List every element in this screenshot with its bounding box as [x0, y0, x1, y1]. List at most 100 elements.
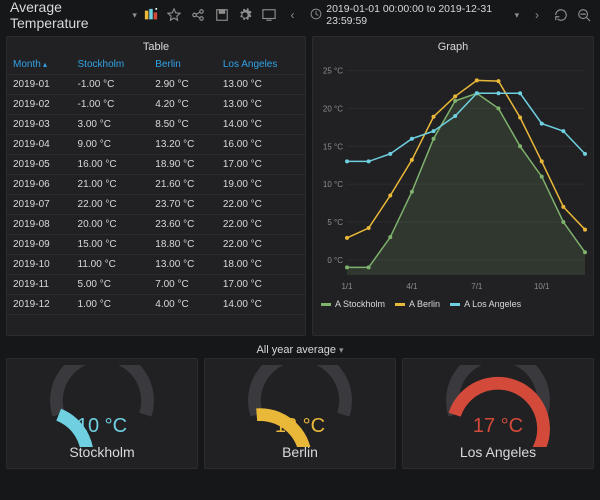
dropdown-caret-icon: ▾ — [515, 10, 520, 21]
table-row: 2019-0722.00 °C23.70 °C22.00 °C — [7, 195, 305, 215]
table-row: 2019-0915.00 °C18.80 °C22.00 °C — [7, 235, 305, 255]
svg-text:10 °C: 10 °C — [323, 180, 343, 189]
section-row-title[interactable]: All year average ▾ — [0, 342, 600, 358]
table-cell: 16.00 °C — [72, 155, 150, 175]
gauge-label: Los Angeles — [460, 444, 536, 460]
graph-plot-area[interactable]: 0 °C5 °C10 °C15 °C20 °C25 °C1/14/17/110/… — [313, 55, 593, 295]
zoom-out-button[interactable] — [574, 4, 594, 26]
dashboard-title-wrap[interactable]: Average Temperature ▾ — [6, 0, 137, 31]
time-range-picker[interactable]: 2019-01-01 00:00:00 to 2019-12-31 23:59:… — [306, 3, 523, 27]
table-cell: 15.00 °C — [72, 235, 150, 255]
table-cell: 17.00 °C — [217, 155, 305, 175]
table-cell: 2019-06 — [7, 175, 72, 195]
legend-item[interactable]: A Berlin — [395, 299, 440, 309]
gauge-panel-los-angeles: 17 °C Los Angeles — [402, 358, 594, 469]
legend-item[interactable]: A Los Angeles — [450, 299, 521, 309]
gauge-label: Berlin — [282, 444, 318, 460]
svg-text:1/1: 1/1 — [341, 282, 353, 291]
table-row: 2019-0516.00 °C18.90 °C17.00 °C — [7, 155, 305, 175]
add-panel-button[interactable] — [141, 4, 161, 26]
table-cell: 22.00 °C — [217, 195, 305, 215]
gauge-label: Stockholm — [69, 444, 134, 460]
table-cell: 17.00 °C — [217, 275, 305, 295]
table-cell: 22.00 °C — [217, 215, 305, 235]
table-cell: 2019-04 — [7, 135, 72, 155]
tv-mode-button[interactable] — [259, 4, 279, 26]
share-button[interactable] — [188, 4, 208, 26]
table-header-stockholm[interactable]: Stockholm — [72, 55, 150, 75]
table-cell: 5.00 °C — [72, 275, 150, 295]
table-cell: 13.00 °C — [149, 255, 217, 275]
legend-swatch — [321, 303, 331, 306]
table-cell: 11.00 °C — [72, 255, 150, 275]
table-cell: 20.00 °C — [72, 215, 150, 235]
table-cell: 16.00 °C — [217, 135, 305, 155]
svg-text:10/1: 10/1 — [534, 282, 550, 291]
svg-text:4/1: 4/1 — [406, 282, 418, 291]
svg-text:7/1: 7/1 — [471, 282, 483, 291]
section-title-text: All year average — [256, 344, 336, 356]
refresh-button[interactable] — [551, 4, 571, 26]
table-cell: 2019-11 — [7, 275, 72, 295]
table-cell: 13.00 °C — [217, 95, 305, 115]
table-cell: 14.00 °C — [217, 115, 305, 135]
clock-icon — [310, 8, 322, 23]
save-button[interactable] — [212, 4, 232, 26]
table-cell: 4.20 °C — [149, 95, 217, 115]
table-cell: 2019-01 — [7, 75, 72, 95]
table-row: 2019-049.00 °C13.20 °C16.00 °C — [7, 135, 305, 155]
table-cell: 23.70 °C — [149, 195, 217, 215]
graph-legend: A Stockholm A Berlin A Los Angeles — [313, 295, 593, 313]
table-header-month[interactable]: Month ▴ — [7, 55, 72, 75]
gauge-panel-berlin: 13 °C Berlin — [204, 358, 396, 469]
table-cell: 2019-07 — [7, 195, 72, 215]
table-cell: 2.90 °C — [149, 75, 217, 95]
legend-label: A Los Angeles — [464, 299, 521, 309]
table-row: 2019-1011.00 °C13.00 °C18.00 °C — [7, 255, 305, 275]
table-panel: Table Month ▴StockholmBerlinLos Angeles … — [6, 36, 306, 336]
table-cell: 2019-12 — [7, 295, 72, 315]
time-forward-button[interactable]: › — [527, 4, 547, 26]
table-cell: 2019-09 — [7, 235, 72, 255]
table-panel-title[interactable]: Table — [7, 37, 305, 55]
table-cell: 18.80 °C — [149, 235, 217, 255]
table-row: 2019-0820.00 °C23.60 °C22.00 °C — [7, 215, 305, 235]
svg-text:20 °C: 20 °C — [323, 104, 343, 113]
table-cell: 13.00 °C — [217, 75, 305, 95]
table-row: 2019-02-1.00 °C4.20 °C13.00 °C — [7, 95, 305, 115]
time-range-text: 2019-01-01 00:00:00 to 2019-12-31 23:59:… — [326, 3, 510, 27]
star-button[interactable] — [165, 4, 185, 26]
table-cell: 9.00 °C — [72, 135, 150, 155]
dropdown-caret-icon: ▾ — [132, 10, 137, 21]
gauge-value: 17 °C — [473, 415, 523, 438]
table-cell: 21.60 °C — [149, 175, 217, 195]
table-cell: 14.00 °C — [217, 295, 305, 315]
legend-item[interactable]: A Stockholm — [321, 299, 385, 309]
table-cell: 21.00 °C — [72, 175, 150, 195]
table-cell: -1.00 °C — [72, 95, 150, 115]
table-cell: 18.00 °C — [217, 255, 305, 275]
table-cell: 4.00 °C — [149, 295, 217, 315]
graph-panel-title[interactable]: Graph — [313, 37, 593, 55]
svg-text:5 °C: 5 °C — [327, 218, 343, 227]
time-back-button[interactable]: ‹ — [283, 4, 303, 26]
table-row: 2019-121.00 °C4.00 °C14.00 °C — [7, 295, 305, 315]
table-row: 2019-01-1.00 °C2.90 °C13.00 °C — [7, 75, 305, 95]
table-cell: 2019-08 — [7, 215, 72, 235]
table-cell: -1.00 °C — [72, 75, 150, 95]
table-cell: 22.00 °C — [72, 195, 150, 215]
table-row: 2019-115.00 °C7.00 °C17.00 °C — [7, 275, 305, 295]
gauge-panel-stockholm: 10 °C Stockholm — [6, 358, 198, 469]
table-cell: 1.00 °C — [72, 295, 150, 315]
table-cell: 2019-10 — [7, 255, 72, 275]
settings-button[interactable] — [235, 4, 255, 26]
table-cell: 2019-02 — [7, 95, 72, 115]
table-cell: 8.50 °C — [149, 115, 217, 135]
table-header-los-angeles[interactable]: Los Angeles — [217, 55, 305, 75]
legend-label: A Stockholm — [335, 299, 385, 309]
legend-label: A Berlin — [409, 299, 440, 309]
table-cell: 7.00 °C — [149, 275, 217, 295]
table-row: 2019-0621.00 °C21.60 °C19.00 °C — [7, 175, 305, 195]
graph-panel: Graph 0 °C5 °C10 °C15 °C20 °C25 °C1/14/1… — [312, 36, 594, 336]
table-header-berlin[interactable]: Berlin — [149, 55, 217, 75]
